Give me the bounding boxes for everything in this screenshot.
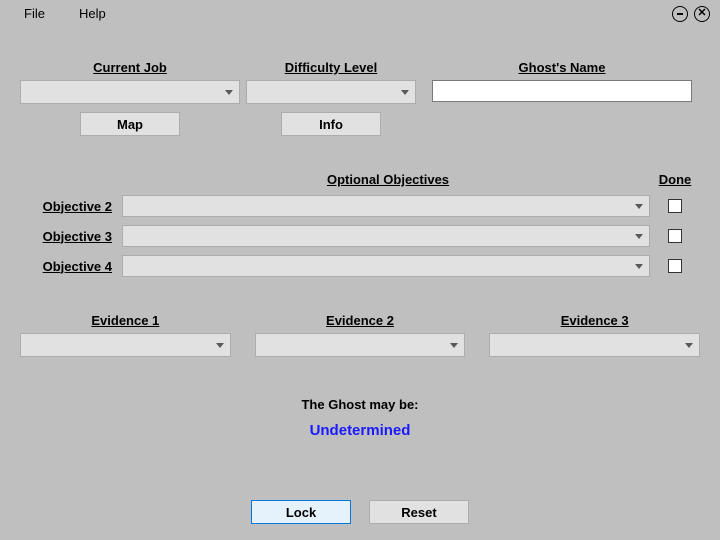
objective-row-2: Objective 2 bbox=[16, 195, 704, 217]
optional-objectives-label: Optional Objectives bbox=[16, 172, 650, 187]
app-window: File Help ✕ Current Job Map Difficulty L… bbox=[0, 0, 720, 540]
ghost-name-group: Ghost's Name bbox=[432, 60, 692, 136]
content-area: Current Job Map Difficulty Level Info Gh… bbox=[0, 60, 720, 439]
objective4-done-checkbox[interactable] bbox=[668, 259, 682, 273]
menubar: File Help bbox=[0, 0, 720, 26]
evidence1-label: Evidence 1 bbox=[91, 313, 159, 328]
menu-help[interactable]: Help bbox=[79, 6, 106, 21]
evidence1-combo[interactable] bbox=[20, 333, 231, 357]
ghost-result: The Ghost may be: Undetermined bbox=[16, 397, 704, 439]
objective-row-4: Objective 4 bbox=[16, 255, 704, 277]
objective2-done-cell bbox=[650, 199, 700, 213]
evidence2-combo[interactable] bbox=[255, 333, 466, 357]
evidence3-label: Evidence 3 bbox=[561, 313, 629, 328]
objective2-done-checkbox[interactable] bbox=[668, 199, 682, 213]
evidence-row: Evidence 1 Evidence 2 Evidence 3 bbox=[16, 313, 704, 357]
current-job-group: Current Job Map bbox=[20, 60, 240, 136]
ghost-name-label: Ghost's Name bbox=[519, 60, 606, 75]
difficulty-combo[interactable] bbox=[246, 80, 416, 104]
objective4-combo[interactable] bbox=[122, 255, 650, 277]
top-row: Current Job Map Difficulty Level Info Gh… bbox=[16, 60, 704, 136]
evidence2-group: Evidence 2 bbox=[255, 313, 466, 357]
objectives-header: Optional Objectives Done bbox=[16, 172, 704, 187]
close-button[interactable]: ✕ bbox=[694, 6, 710, 22]
lock-button[interactable]: Lock bbox=[251, 500, 351, 524]
reset-button[interactable]: Reset bbox=[369, 500, 469, 524]
evidence3-group: Evidence 3 bbox=[489, 313, 700, 357]
objective4-label: Objective 4 bbox=[16, 259, 122, 274]
objective3-combo[interactable] bbox=[122, 225, 650, 247]
objective3-label: Objective 3 bbox=[16, 229, 122, 244]
done-header: Done bbox=[650, 172, 700, 187]
difficulty-label: Difficulty Level bbox=[285, 60, 377, 75]
info-button[interactable]: Info bbox=[281, 112, 381, 136]
current-job-label: Current Job bbox=[93, 60, 167, 75]
ghost-result-value: Undetermined bbox=[16, 422, 704, 439]
current-job-combo[interactable] bbox=[20, 80, 240, 104]
objective4-done-cell bbox=[650, 259, 700, 273]
window-controls: ✕ bbox=[672, 6, 710, 22]
evidence2-label: Evidence 2 bbox=[326, 313, 394, 328]
minimize-button[interactable] bbox=[672, 6, 688, 22]
objective2-combo[interactable] bbox=[122, 195, 650, 217]
evidence3-combo[interactable] bbox=[489, 333, 700, 357]
ghost-name-input[interactable] bbox=[432, 80, 692, 102]
objective-row-3: Objective 3 bbox=[16, 225, 704, 247]
objective3-done-checkbox[interactable] bbox=[668, 229, 682, 243]
menu-file[interactable]: File bbox=[24, 6, 45, 21]
difficulty-group: Difficulty Level Info bbox=[246, 60, 416, 136]
ghost-may-be-label: The Ghost may be: bbox=[16, 397, 704, 412]
evidence1-group: Evidence 1 bbox=[20, 313, 231, 357]
objective3-done-cell bbox=[650, 229, 700, 243]
map-button[interactable]: Map bbox=[80, 112, 180, 136]
bottom-button-row: Lock Reset bbox=[0, 500, 720, 524]
objective2-label: Objective 2 bbox=[16, 199, 122, 214]
